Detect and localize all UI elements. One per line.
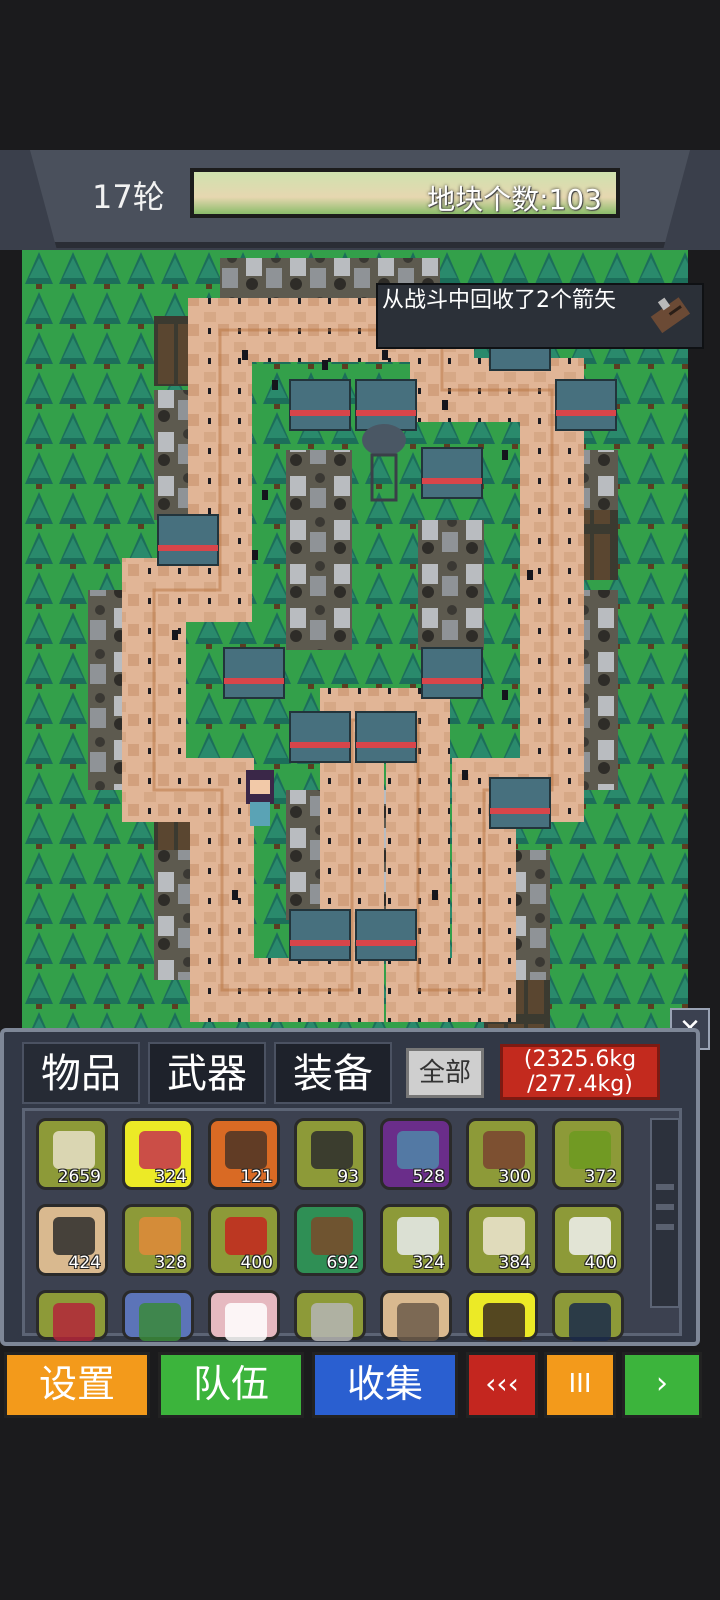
inventory-slot[interactable]: 328	[122, 1204, 194, 1276]
system-nav-area	[0, 1426, 720, 1600]
rope-icon	[53, 1217, 95, 1255]
inventory-slot[interactable]	[294, 1290, 366, 1341]
wooden-chair-icon	[139, 1217, 181, 1255]
tile-count-label: 地块个数:103	[427, 183, 602, 216]
item-count: 372	[584, 1167, 617, 1187]
battery-icon	[569, 1303, 611, 1341]
medkit-icon	[225, 1303, 267, 1341]
supplies-icon	[53, 1131, 95, 1169]
pause-button[interactable]: III	[544, 1352, 616, 1418]
rewind-button[interactable]: ‹‹‹	[466, 1352, 538, 1418]
filter-all-button[interactable]: 全部	[406, 1048, 484, 1098]
inventory-slot[interactable]: 692	[294, 1204, 366, 1276]
inventory-slot[interactable]	[122, 1290, 194, 1341]
bandage-roll-icon	[311, 1131, 353, 1169]
inventory-slot[interactable]: 424	[36, 1204, 108, 1276]
chocolate-icon	[483, 1131, 525, 1169]
inventory-slot[interactable]: 93	[294, 1118, 366, 1190]
scroll-grip	[656, 1224, 674, 1230]
inventory-slot[interactable]	[208, 1290, 280, 1341]
inventory-slot[interactable]	[380, 1290, 452, 1341]
inventory-slot[interactable]: 400	[552, 1204, 624, 1276]
settings-button[interactable]: 设置	[4, 1352, 150, 1418]
arrows-icon	[225, 1131, 267, 1169]
item-count: 324	[412, 1253, 445, 1273]
cloth-icon	[397, 1217, 439, 1255]
item-count: 400	[584, 1253, 617, 1273]
inventory-slot[interactable]: 528	[380, 1118, 452, 1190]
item-count: 2659	[57, 1167, 101, 1187]
tile-count-bar: 地块个数:103	[190, 168, 620, 218]
circuit-board-icon	[139, 1303, 181, 1341]
tab-weapons[interactable]: 武器	[148, 1042, 266, 1104]
tab-items[interactable]: 物品	[22, 1042, 140, 1104]
scroll-grip	[656, 1184, 674, 1190]
round-counter: 17轮	[92, 178, 165, 216]
item-count: 424	[68, 1253, 101, 1273]
wood-log-icon	[311, 1217, 353, 1255]
meat-can-icon	[311, 1303, 353, 1341]
inventory-slot[interactable]: 121	[208, 1118, 280, 1190]
potion-icon	[139, 1131, 181, 1169]
weight-indicator: (2325.6kg /277.4kg)	[500, 1044, 660, 1100]
play-button[interactable]: ›	[622, 1352, 702, 1418]
item-count: 93	[337, 1167, 359, 1187]
item-count: 692	[326, 1253, 359, 1273]
inventory-scrollbar[interactable]	[650, 1118, 680, 1308]
hero-character	[246, 770, 274, 826]
inventory-slot[interactable]: 384	[466, 1204, 538, 1276]
item-count: 328	[154, 1253, 187, 1273]
inventory-slot[interactable]: 324	[380, 1204, 452, 1276]
item-count: 384	[498, 1253, 531, 1273]
notification-text: 从战斗中回收了2个箭矢	[382, 288, 616, 313]
item-count: 528	[412, 1167, 445, 1187]
inventory-slot[interactable]	[36, 1290, 108, 1341]
arrows-bundle-icon	[650, 297, 691, 334]
inventory-slot[interactable]: 324	[122, 1118, 194, 1190]
inventory-slot[interactable]	[552, 1290, 624, 1341]
item-count: 400	[240, 1253, 273, 1273]
shirt-icon	[397, 1131, 439, 1169]
tab-equipment[interactable]: 装备	[274, 1042, 392, 1104]
inventory-slot[interactable]: 372	[552, 1118, 624, 1190]
weight-max: /277.4kg)	[527, 1072, 633, 1097]
canned-fish-icon	[397, 1303, 439, 1341]
milk-bottle-icon	[569, 1217, 611, 1255]
scroll-grip	[656, 1204, 674, 1210]
collect-button[interactable]: 收集	[312, 1352, 458, 1418]
bottle-icon	[483, 1303, 525, 1341]
inventory-slot[interactable]: 2659	[36, 1118, 108, 1190]
team-button[interactable]: 队伍	[158, 1352, 304, 1418]
item-count: 121	[240, 1167, 273, 1187]
game-map[interactable]	[22, 250, 688, 1030]
map-scene	[22, 250, 688, 1030]
weight-current: (2325.6kg	[523, 1047, 637, 1072]
egg-icon	[483, 1217, 525, 1255]
inventory-slot[interactable]: 400	[208, 1204, 280, 1276]
item-count: 324	[154, 1167, 187, 1187]
battle-notification: 从战斗中回收了2个箭矢	[376, 283, 704, 349]
apple-icon	[569, 1131, 611, 1169]
status-bar-area	[0, 0, 720, 150]
chili-pepper-icon	[225, 1217, 267, 1255]
item-count: 300	[498, 1167, 531, 1187]
inventory-slot[interactable]	[466, 1290, 538, 1341]
raw-meat-icon	[53, 1303, 95, 1341]
inventory-slot[interactable]: 300	[466, 1118, 538, 1190]
